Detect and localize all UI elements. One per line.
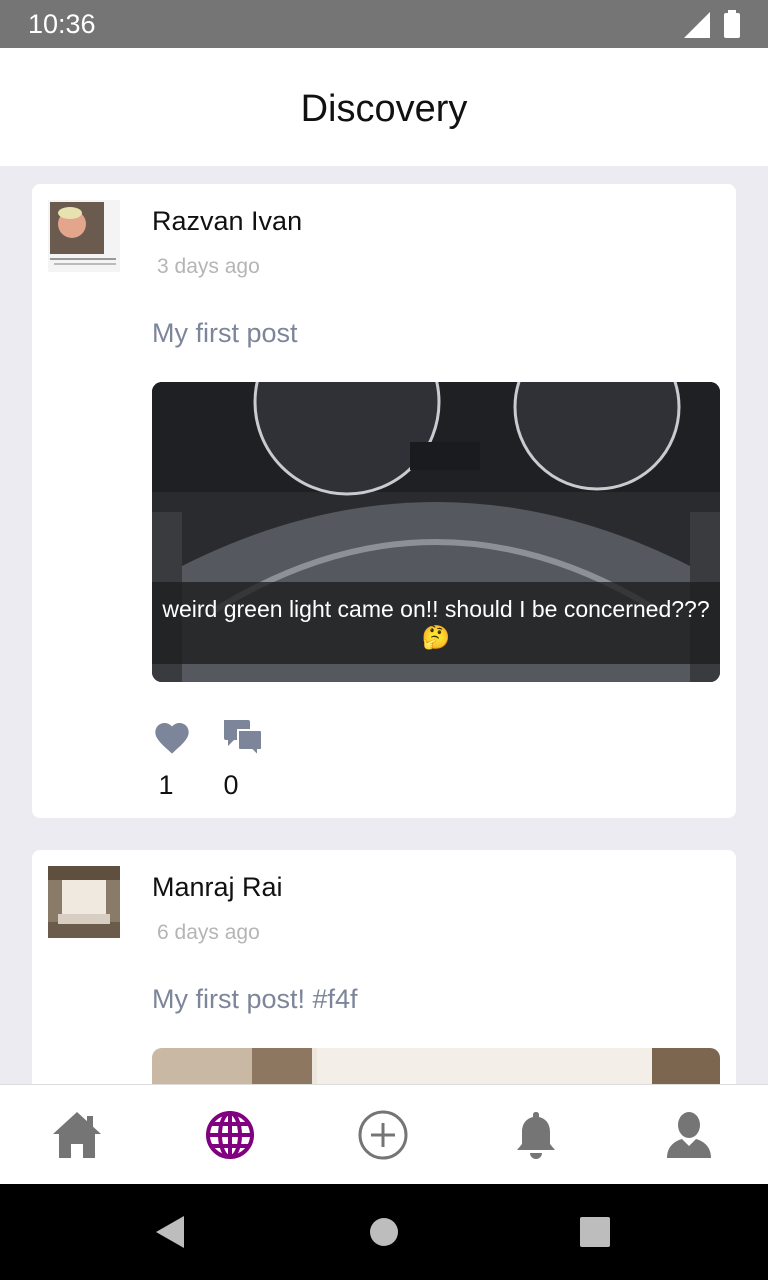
profile-icon: [666, 1112, 711, 1158]
nav-notifications[interactable]: [459, 1085, 612, 1185]
app-bar: Discovery: [0, 48, 768, 166]
post-time: 3 days ago: [157, 255, 260, 278]
bell-icon: [516, 1112, 555, 1159]
post-image[interactable]: weird green light came on!! should I be …: [152, 382, 720, 682]
home-button-icon[interactable]: [364, 1212, 404, 1252]
nav-discovery[interactable]: [153, 1085, 306, 1185]
comments-icon[interactable]: [222, 718, 264, 758]
signal-icon: [684, 12, 710, 38]
post-text: My first post: [152, 318, 298, 348]
recents-icon[interactable]: [575, 1212, 615, 1252]
system-navigation-bar: [0, 1184, 768, 1280]
globe-icon: [205, 1111, 254, 1159]
post-text: My first post! #f4f: [152, 984, 358, 1014]
nav-add-post[interactable]: [306, 1085, 459, 1185]
post-author[interactable]: Razvan Ivan: [152, 206, 302, 237]
nav-profile[interactable]: [612, 1085, 765, 1185]
avatar[interactable]: [48, 866, 120, 938]
heart-icon[interactable]: [152, 718, 192, 758]
like-count: 1: [158, 770, 174, 800]
status-time: 10:36: [28, 9, 96, 39]
page-title: Discovery: [300, 88, 468, 130]
back-icon[interactable]: [150, 1212, 190, 1252]
post-card[interactable]: Razvan Ivan 3 days ago My first post wei…: [32, 184, 736, 818]
post-author[interactable]: Manraj Rai: [152, 872, 283, 903]
battery-icon: [724, 10, 740, 38]
status-bar: 10:36: [0, 0, 768, 48]
bottom-navigation: [0, 1084, 768, 1185]
home-icon: [52, 1112, 101, 1158]
nav-home[interactable]: [0, 1085, 153, 1185]
add-circle-icon: [358, 1110, 407, 1160]
post-time: 6 days ago: [157, 921, 260, 944]
comment-count: 0: [223, 770, 239, 800]
avatar[interactable]: [48, 200, 120, 272]
image-caption: weird green light came on!! should I be …: [152, 582, 720, 664]
